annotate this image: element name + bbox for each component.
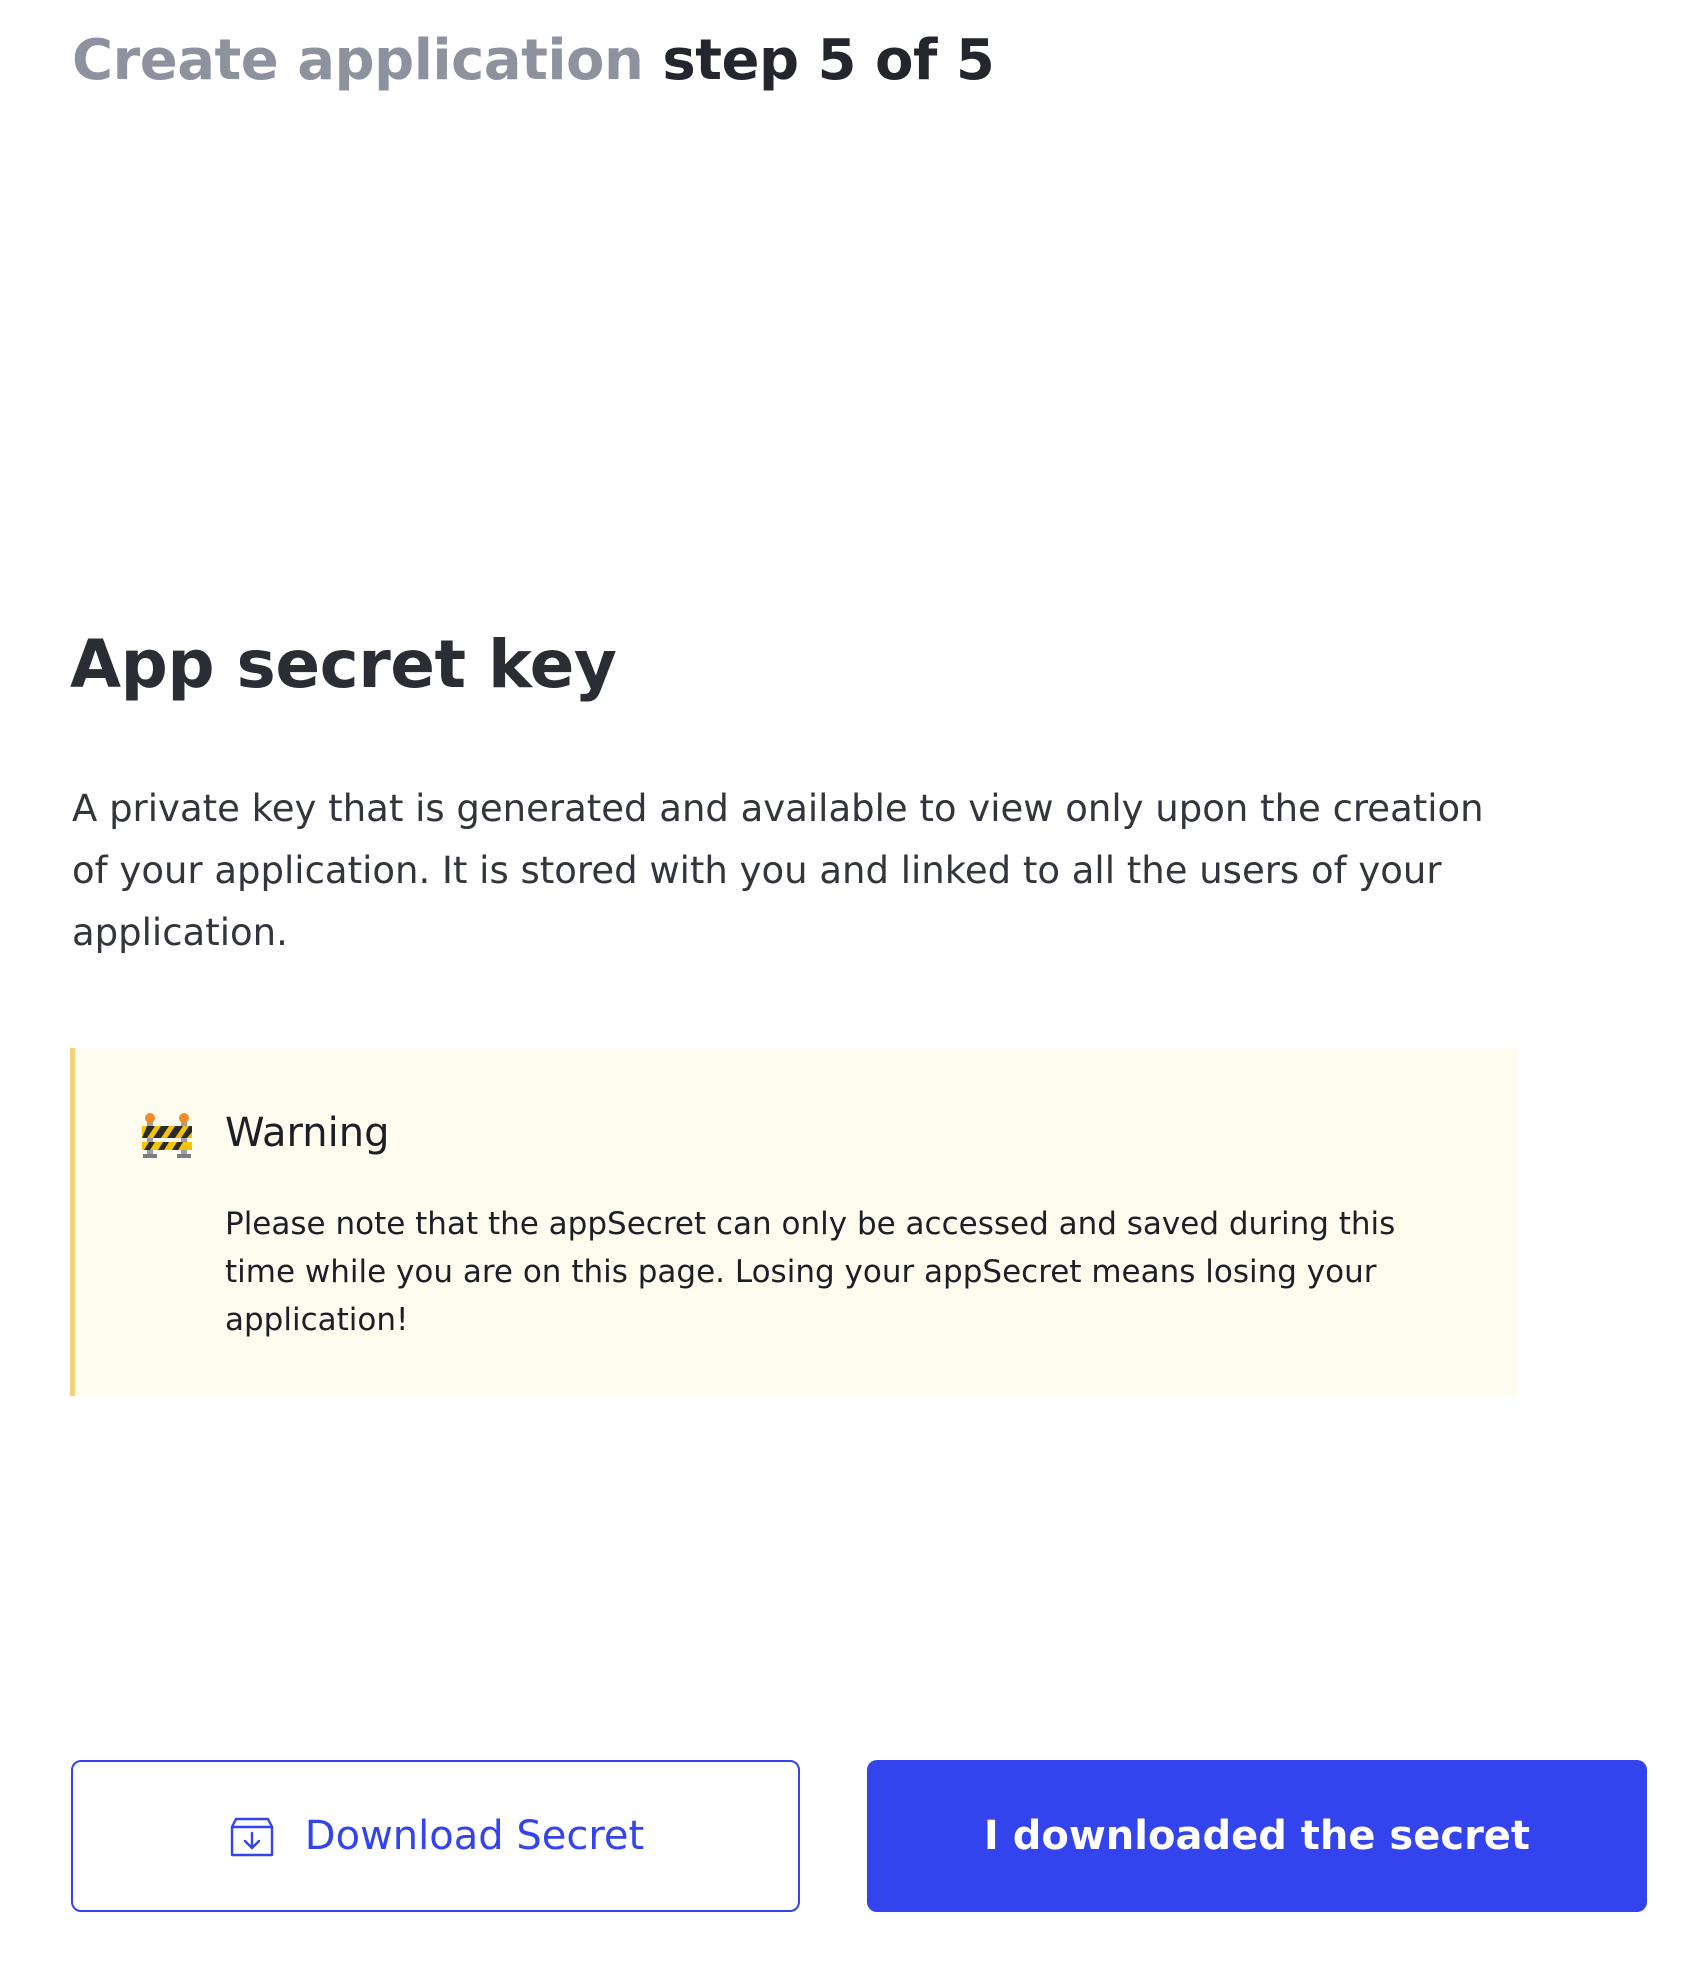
- construction-barrier-icon: [141, 1112, 193, 1160]
- download-secret-label: Download Secret: [304, 1813, 645, 1859]
- confirm-downloaded-button[interactable]: I downloaded the secret: [867, 1760, 1647, 1912]
- step-indicator: step 5 of 5: [662, 28, 995, 93]
- warning-title: Warning: [225, 1110, 390, 1156]
- download-secret-button[interactable]: Download Secret: [71, 1760, 800, 1912]
- section-title: App secret key: [70, 626, 617, 703]
- confirm-downloaded-label: I downloaded the secret: [983, 1813, 1531, 1859]
- section-description: A private key that is generated and avai…: [72, 787, 1484, 954]
- page-title: Create application: [72, 28, 644, 93]
- download-box-icon: [227, 1811, 277, 1861]
- warning-callout: Warning Please note that the appSecret c…: [70, 1048, 1518, 1396]
- warning-text: Please note that the appSecret can only …: [225, 1206, 1396, 1338]
- page-header: Create application step 5 of 5: [72, 28, 995, 93]
